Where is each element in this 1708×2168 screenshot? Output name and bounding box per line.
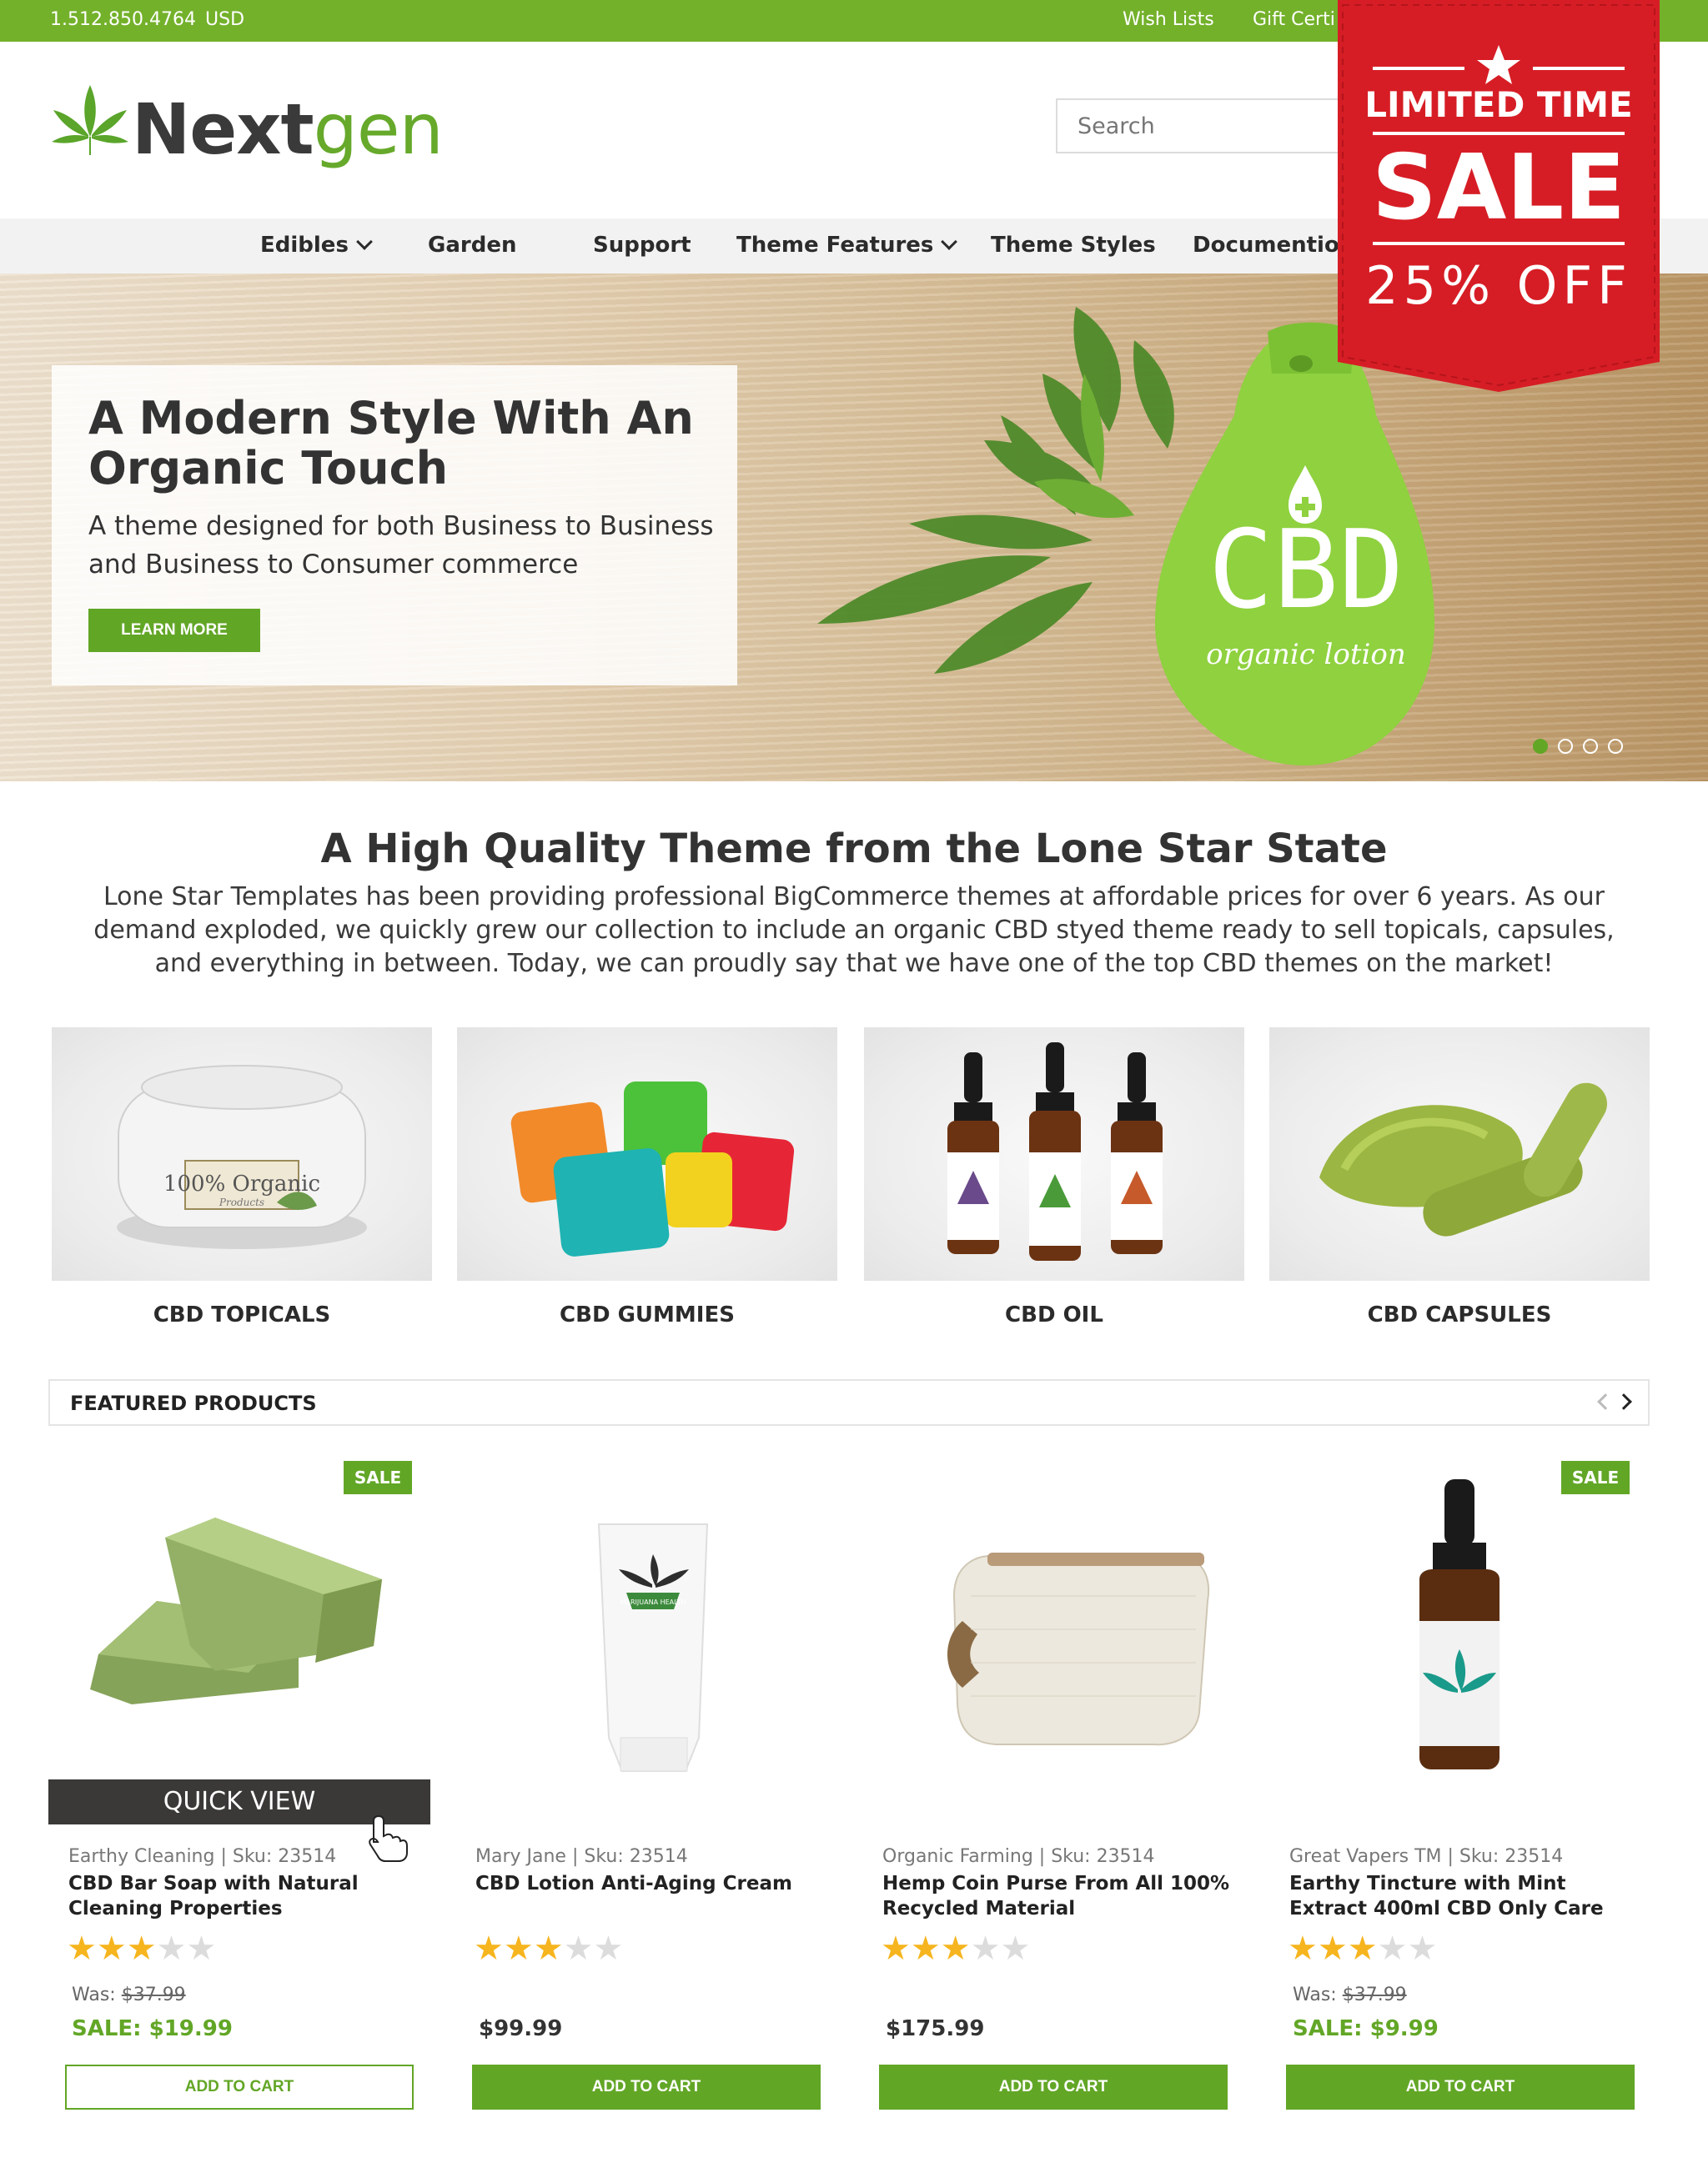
- hand-pointer-icon: [369, 1814, 408, 1862]
- currency-selector[interactable]: USD: [205, 9, 244, 30]
- category-oil[interactable]: CBD OIL: [864, 1027, 1244, 1327]
- star-rating: ★★★★★: [67, 1930, 217, 1968]
- category-label: CBD GUMMIES: [560, 1302, 735, 1327]
- tincture-bottle-image: [1419, 1479, 1500, 1769]
- nav-item-theme-styles[interactable]: Theme Styles: [991, 233, 1156, 258]
- product-name[interactable]: Earthy Tincture with Mint Extract 400ml …: [1289, 1871, 1640, 1921]
- product-image[interactable]: MARIJUANA HEALTH: [455, 1454, 839, 1788]
- product-name[interactable]: CBD Bar Soap with Natural Cleaning Prope…: [68, 1871, 419, 1921]
- category-label: CBD TOPICALS: [153, 1302, 331, 1327]
- slider-dot-3[interactable]: [1583, 739, 1598, 754]
- product-image[interactable]: SALE: [48, 1454, 432, 1788]
- add-to-cart-button[interactable]: ADD TO CART: [1286, 2065, 1635, 2110]
- phone-number[interactable]: 1.512.850.4764: [50, 9, 196, 30]
- product-brand-sku: Organic Farming | Sku: 23514: [882, 1846, 1155, 1867]
- learn-more-button[interactable]: LEARN MORE: [88, 609, 260, 652]
- star-rating: ★★★★★: [1288, 1930, 1438, 1968]
- coin-purse-image: [947, 1553, 1210, 1746]
- featured-products-header: FEATURED PRODUCTS: [48, 1379, 1650, 1426]
- category-label: CBD CAPSULES: [1367, 1302, 1552, 1327]
- lotion-tube-image: MARIJUANA HEALTH: [597, 1523, 709, 1772]
- product-brand-sku: Earthy Cleaning | Sku: 23514: [68, 1846, 337, 1867]
- nav-item-theme-features[interactable]: Theme Features: [736, 233, 958, 258]
- product-image[interactable]: SALE: [1269, 1454, 1653, 1788]
- product-card[interactable]: SALE Great Vapers TM | Sku: 23514 Earthy…: [1269, 1454, 1653, 2121]
- category-label: CBD OIL: [1005, 1302, 1103, 1327]
- category-capsules[interactable]: CBD CAPSULES: [1269, 1027, 1650, 1327]
- nav-item-edibles[interactable]: Edibles: [260, 233, 373, 258]
- nav-item-support[interactable]: Support: [593, 233, 691, 258]
- cannabis-leaf-icon: [52, 85, 128, 155]
- site-logo[interactable]: Nextgen: [50, 82, 444, 173]
- product-card[interactable]: Organic Farming | Sku: 23514 Hemp Coin P…: [862, 1454, 1246, 2121]
- svg-text:MARIJUANA HEALTH: MARIJUANA HEALTH: [620, 1598, 686, 1606]
- star-rating: ★★★★★: [881, 1930, 1031, 1968]
- price: $99.99: [479, 2016, 563, 2041]
- hero-title: A Modern Style With An Organic Touch: [88, 392, 694, 494]
- nav-item-documentation[interactable]: Documention: [1193, 233, 1354, 258]
- carousel-next-arrow-icon[interactable]: [1615, 1393, 1632, 1410]
- sale-badge: SALE: [1561, 1461, 1630, 1494]
- gummies-image: [510, 1081, 795, 1257]
- slider-dot-1[interactable]: [1533, 739, 1548, 754]
- was-price: Was: $37.99: [72, 1985, 186, 2005]
- slider-dot-4[interactable]: [1608, 739, 1623, 754]
- wish-lists-link[interactable]: Wish Lists: [1123, 9, 1214, 30]
- chevron-down-icon: [356, 233, 373, 250]
- hero-text-card: A Modern Style With An Organic Touch A t…: [52, 365, 737, 685]
- category-image: 100% Organic Products: [52, 1027, 432, 1281]
- sale-ribbon[interactable]: LIMITED TIME SALE 25% OFF: [1338, 0, 1660, 392]
- was-price: Was: $37.99: [1293, 1985, 1407, 2005]
- chevron-down-icon: [941, 233, 958, 250]
- category-image: [457, 1027, 837, 1281]
- sale-price: SALE: $9.99: [1293, 2016, 1439, 2041]
- featured-title: FEATURED PRODUCTS: [70, 1392, 317, 1415]
- svg-text:25% OFF: 25% OFF: [1365, 255, 1632, 316]
- product-image[interactable]: [862, 1454, 1246, 1788]
- product-name[interactable]: Hemp Coin Purse From All 100% Recycled M…: [882, 1871, 1233, 1921]
- product-brand-sku: Great Vapers TM | Sku: 23514: [1289, 1846, 1564, 1867]
- add-to-cart-button[interactable]: ADD TO CART: [472, 2065, 821, 2110]
- category-gummies[interactable]: CBD GUMMIES: [457, 1027, 837, 1327]
- product-brand-sku: Mary Jane | Sku: 23514: [475, 1846, 688, 1867]
- product-card[interactable]: MARIJUANA HEALTH Mary Jane | Sku: 23514 …: [455, 1454, 839, 2121]
- svg-text:SALE: SALE: [1372, 136, 1625, 240]
- product-card[interactable]: SALE QUICK VIEW Earthy Cleaning | Sku: 2…: [48, 1454, 432, 2121]
- gift-certificates-link[interactable]: Gift Certi: [1253, 9, 1335, 30]
- nav-item-garden[interactable]: Garden: [428, 233, 516, 258]
- add-to-cart-button[interactable]: ADD TO CART: [65, 2065, 414, 2110]
- sale-badge: SALE: [344, 1461, 412, 1494]
- soap-bar-image: [90, 1518, 382, 1704]
- logo-wordmark: Nextgen: [132, 88, 444, 170]
- star-rating: ★★★★★: [474, 1930, 624, 1968]
- carousel-prev-arrow-icon[interactable]: [1597, 1393, 1614, 1410]
- add-to-cart-button[interactable]: ADD TO CART: [879, 2065, 1228, 2110]
- capsules-image: [1319, 1082, 1607, 1237]
- about-title: A High Quality Theme from the Lone Star …: [320, 826, 1388, 872]
- slider-dot-2[interactable]: [1558, 739, 1573, 754]
- category-topicals[interactable]: 100% Organic Products CBD TOPICALS: [52, 1027, 432, 1327]
- about-text: Lone Star Templates has been providing p…: [93, 882, 1615, 978]
- category-image: [864, 1027, 1244, 1281]
- cream-jar-image: 100% Organic Products: [117, 1065, 367, 1249]
- product-name[interactable]: CBD Lotion Anti-Aging Cream: [475, 1871, 826, 1896]
- sale-price: SALE: $19.99: [72, 2016, 233, 2041]
- svg-text:LIMITED TIME: LIMITED TIME: [1364, 84, 1632, 125]
- svg-text:Products: Products: [219, 1197, 264, 1208]
- oil-bottles-image: [947, 1042, 1163, 1261]
- svg-text:CBD: CBD: [1208, 506, 1404, 633]
- hero-subtitle: A theme designed for both Business to Bu…: [88, 511, 714, 580]
- price: $175.99: [886, 2016, 985, 2041]
- category-image: [1269, 1027, 1650, 1281]
- svg-text:organic lotion: organic lotion: [1206, 638, 1406, 671]
